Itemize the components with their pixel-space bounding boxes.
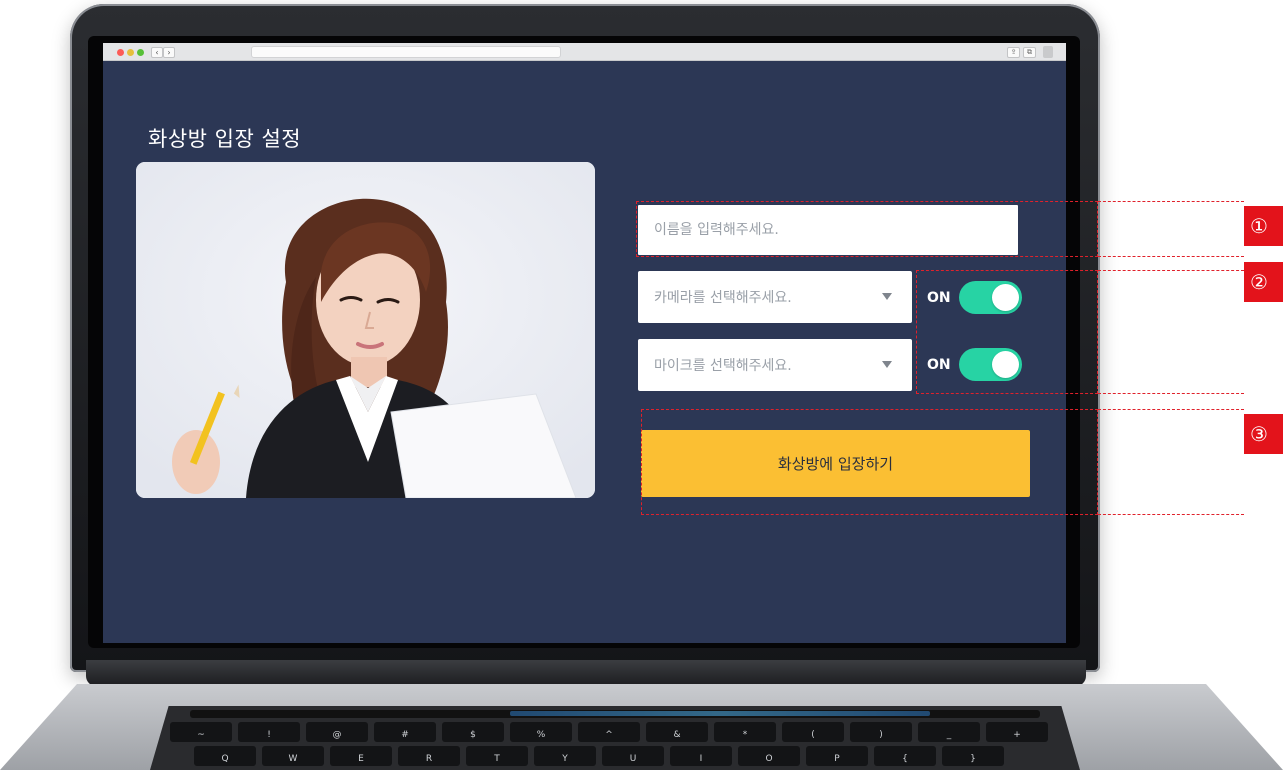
annotation-line-3-top — [1098, 409, 1244, 410]
chevron-down-icon — [882, 293, 892, 300]
camera-preview-image — [136, 162, 595, 498]
minimize-window-icon[interactable] — [127, 49, 134, 56]
keyboard-key: & — [646, 722, 708, 742]
keyboard-key: ! — [238, 722, 300, 742]
annotation-box-2 — [916, 270, 1098, 394]
keyboard-row-numbers: ~! @ # $% ^ & * () _ + — [170, 722, 1048, 742]
address-bar[interactable] — [251, 46, 561, 58]
back-button[interactable]: ‹ — [151, 47, 163, 58]
keyboard-key: % — [510, 722, 572, 742]
keyboard-key: T — [466, 746, 528, 766]
annotation-line-2-top — [1098, 270, 1244, 271]
keyboard-key: U — [602, 746, 664, 766]
keyboard-key: { — [874, 746, 936, 766]
keyboard-key: ) — [850, 722, 912, 742]
keyboard-key: P — [806, 746, 868, 766]
keyboard-key: } — [942, 746, 1004, 766]
keyboard-key: W — [262, 746, 324, 766]
annotation-box-1 — [636, 201, 1098, 257]
keyboard-key: * — [714, 722, 776, 742]
annotation-line-1-bottom — [1098, 256, 1244, 257]
keyboard-key: R — [398, 746, 460, 766]
annotation-line-3-bottom — [1098, 514, 1244, 515]
keyboard-key: ~ — [170, 722, 232, 742]
keyboard-key: $ — [442, 722, 504, 742]
keyboard-key: ( — [782, 722, 844, 742]
laptop-hinge — [86, 660, 1086, 686]
touch-bar — [190, 710, 1040, 718]
keyboard-key: ^ — [578, 722, 640, 742]
chevron-down-icon — [882, 361, 892, 368]
keyboard-key: I — [670, 746, 732, 766]
annotation-marker-2: ② — [1244, 262, 1283, 302]
maximize-window-icon[interactable] — [137, 49, 144, 56]
mic-select[interactable]: 마이크를 선택해주세요. — [638, 339, 912, 391]
page-title: 화상방 입장 설정 — [148, 127, 302, 151]
camera-select[interactable]: 카메라를 선택해주세요. — [638, 271, 912, 323]
keyboard-key: # — [374, 722, 436, 742]
annotation-line-1-top — [1098, 201, 1244, 202]
camera-preview — [136, 162, 595, 498]
keyboard-key: O — [738, 746, 800, 766]
annotation-line-2-bottom — [1098, 393, 1244, 394]
keyboard-key: Q — [194, 746, 256, 766]
forward-button[interactable]: › — [163, 47, 175, 58]
browser-toolbar: ‹ › ⇪ ⧉ — [103, 43, 1066, 61]
keyboard-row-letters: Q W E R T Y U I O P {} — [194, 746, 1004, 766]
camera-select-value: 카메라를 선택해주세요. — [654, 290, 792, 306]
mic-select-value: 마이크를 선택해주세요. — [654, 358, 792, 374]
keyboard-key: _ — [918, 722, 980, 742]
keyboard-key: Y — [534, 746, 596, 766]
keyboard-key: @ — [306, 722, 368, 742]
keyboard-key: + — [986, 722, 1048, 742]
sidebar-toggle-icon[interactable] — [1043, 46, 1053, 58]
share-icon[interactable]: ⇪ — [1007, 47, 1020, 58]
keyboard: ~! @ # $% ^ & * () _ + Q W E R T Y U I O P {} — [150, 706, 1080, 770]
annotation-box-3 — [641, 409, 1098, 515]
annotation-marker-3: ③ — [1244, 414, 1283, 454]
close-window-icon[interactable] — [117, 49, 124, 56]
tabs-icon[interactable]: ⧉ — [1023, 47, 1036, 58]
keyboard-key: E — [330, 746, 392, 766]
annotation-marker-1: ① — [1244, 206, 1283, 246]
